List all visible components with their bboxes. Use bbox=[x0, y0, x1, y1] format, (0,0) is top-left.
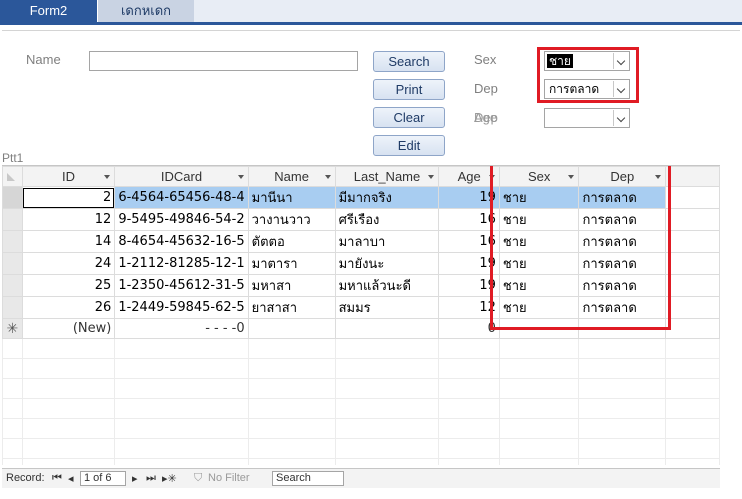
cell-blank bbox=[665, 274, 720, 297]
previous-record-button[interactable]: ◂ bbox=[68, 472, 74, 485]
cell-name[interactable]: มาตารา bbox=[247, 252, 336, 275]
cell-idcard[interactable]: 6-4564-65456-48-4 bbox=[114, 186, 249, 209]
edit-button[interactable]: Edit bbox=[373, 135, 445, 156]
cell-idcard[interactable]: 1-2112-81285-12-1 bbox=[114, 252, 249, 275]
chevron-down-icon bbox=[324, 175, 331, 179]
cell-blank bbox=[665, 186, 720, 209]
cell-idcard[interactable]: - - - -0 bbox=[114, 318, 249, 339]
cell-id[interactable]: (New) bbox=[21, 318, 116, 339]
no-filter-button[interactable]: No Filter bbox=[208, 472, 250, 484]
cell-last-name[interactable]: สมมร bbox=[334, 296, 440, 319]
cell-idcard[interactable]: 1-2350-45612-31-5 bbox=[114, 274, 249, 297]
filter-icon: ⛉ bbox=[194, 472, 203, 484]
row-selector[interactable] bbox=[2, 230, 23, 253]
section-label: Ptt1 bbox=[2, 151, 24, 165]
cell-blank bbox=[665, 252, 720, 275]
cell-name[interactable]: ตัตตอ bbox=[247, 230, 336, 253]
row-selector[interactable] bbox=[2, 208, 23, 231]
tab-form2[interactable]: Form2 bbox=[0, 0, 97, 22]
cell-id[interactable]: 14 bbox=[21, 230, 116, 253]
cell-last-name[interactable]: ศรีเรือง bbox=[334, 208, 440, 231]
age-label: Age bbox=[474, 110, 498, 125]
cell-id[interactable]: 2 bbox=[21, 186, 116, 209]
cell-idcard[interactable]: 8-4654-45632-16-5 bbox=[114, 230, 249, 253]
cell-name[interactable] bbox=[247, 318, 336, 339]
cell-name[interactable]: วางานวาว bbox=[247, 208, 336, 231]
record-navigator: Record: ⏮ ◂ 1 of 6 ▸ ⏭ ▸✳ ⛉ No Filter Se… bbox=[2, 468, 720, 488]
search-input[interactable]: Search bbox=[272, 471, 344, 486]
column-header-name[interactable]: Name bbox=[247, 166, 336, 187]
chevron-down-icon bbox=[428, 175, 435, 179]
new-record-icon: ✳ bbox=[2, 318, 23, 339]
cell-blank bbox=[665, 208, 720, 231]
select-all-corner[interactable] bbox=[2, 166, 23, 187]
print-button[interactable]: Print bbox=[373, 79, 445, 100]
chevron-down-icon bbox=[237, 175, 244, 179]
new-record-button[interactable]: ▸✳ bbox=[162, 472, 177, 485]
cell-idcard[interactable]: 1-2449-59845-62-5 bbox=[114, 296, 249, 319]
first-record-button[interactable]: ⏮ bbox=[52, 472, 62, 485]
age-combo[interactable] bbox=[544, 108, 630, 128]
tab-secondary[interactable]: เดกหเดก bbox=[97, 0, 194, 22]
vertical-scrollbar[interactable] bbox=[722, 165, 740, 488]
form-header: Name Search Print Clear Edit Sex ชาย Dep… bbox=[2, 30, 740, 156]
record-position-input[interactable]: 1 of 6 bbox=[80, 471, 126, 486]
highlight-box-columns bbox=[490, 166, 671, 330]
row-selector[interactable] bbox=[2, 186, 23, 209]
sex-label: Sex bbox=[474, 52, 497, 67]
cell-last-name[interactable]: มาลาบา bbox=[334, 230, 440, 253]
column-header-id[interactable]: ID bbox=[21, 166, 116, 187]
clear-button[interactable]: Clear bbox=[373, 107, 445, 128]
column-header-blank bbox=[665, 166, 720, 187]
row-selector[interactable] bbox=[2, 296, 23, 319]
record-label: Record: bbox=[6, 472, 45, 484]
cell-name[interactable]: ยาสาสา bbox=[247, 296, 336, 319]
form-bottom bbox=[2, 489, 740, 499]
cell-blank bbox=[665, 318, 720, 339]
cell-last-name[interactable]: มีมากจริง bbox=[334, 186, 440, 209]
dep-label: Dep bbox=[474, 81, 498, 96]
cell-idcard[interactable]: 9-5495-49846-54-2 bbox=[114, 208, 249, 231]
cell-name[interactable]: มหาสา bbox=[247, 274, 336, 297]
name-input[interactable] bbox=[89, 51, 358, 71]
cell-id[interactable]: 26 bbox=[21, 296, 116, 319]
column-header-last-name[interactable]: Last_Name bbox=[334, 166, 440, 187]
chevron-down-icon[interactable] bbox=[613, 110, 628, 126]
last-record-button[interactable]: ⏭ bbox=[146, 472, 156, 485]
name-label: Name bbox=[26, 52, 61, 67]
column-header-idcard[interactable]: IDCard bbox=[114, 166, 249, 187]
row-selector[interactable] bbox=[2, 252, 23, 275]
cell-last-name[interactable]: มายังนะ bbox=[334, 252, 440, 275]
chevron-down-icon bbox=[104, 175, 111, 179]
cell-last-name[interactable]: มหาแล้วนะดี bbox=[334, 274, 440, 297]
highlight-box-filters bbox=[537, 47, 639, 103]
row-selector[interactable] bbox=[2, 274, 23, 297]
search-button[interactable]: Search bbox=[373, 51, 445, 72]
datasheet: ID IDCard Name Last_Name Age Sex Dep 2 6… bbox=[2, 165, 720, 465]
next-record-button[interactable]: ▸ bbox=[132, 472, 138, 485]
cell-id[interactable]: 25 bbox=[21, 274, 116, 297]
cell-blank bbox=[665, 296, 720, 319]
cell-last-name[interactable] bbox=[334, 318, 440, 339]
tab-bar: Form2 เดกหเดก bbox=[0, 0, 742, 25]
cell-name[interactable]: มานีนา bbox=[247, 186, 336, 209]
cell-blank bbox=[665, 230, 720, 253]
cell-id[interactable]: 24 bbox=[21, 252, 116, 275]
cell-id[interactable]: 12 bbox=[21, 208, 116, 231]
